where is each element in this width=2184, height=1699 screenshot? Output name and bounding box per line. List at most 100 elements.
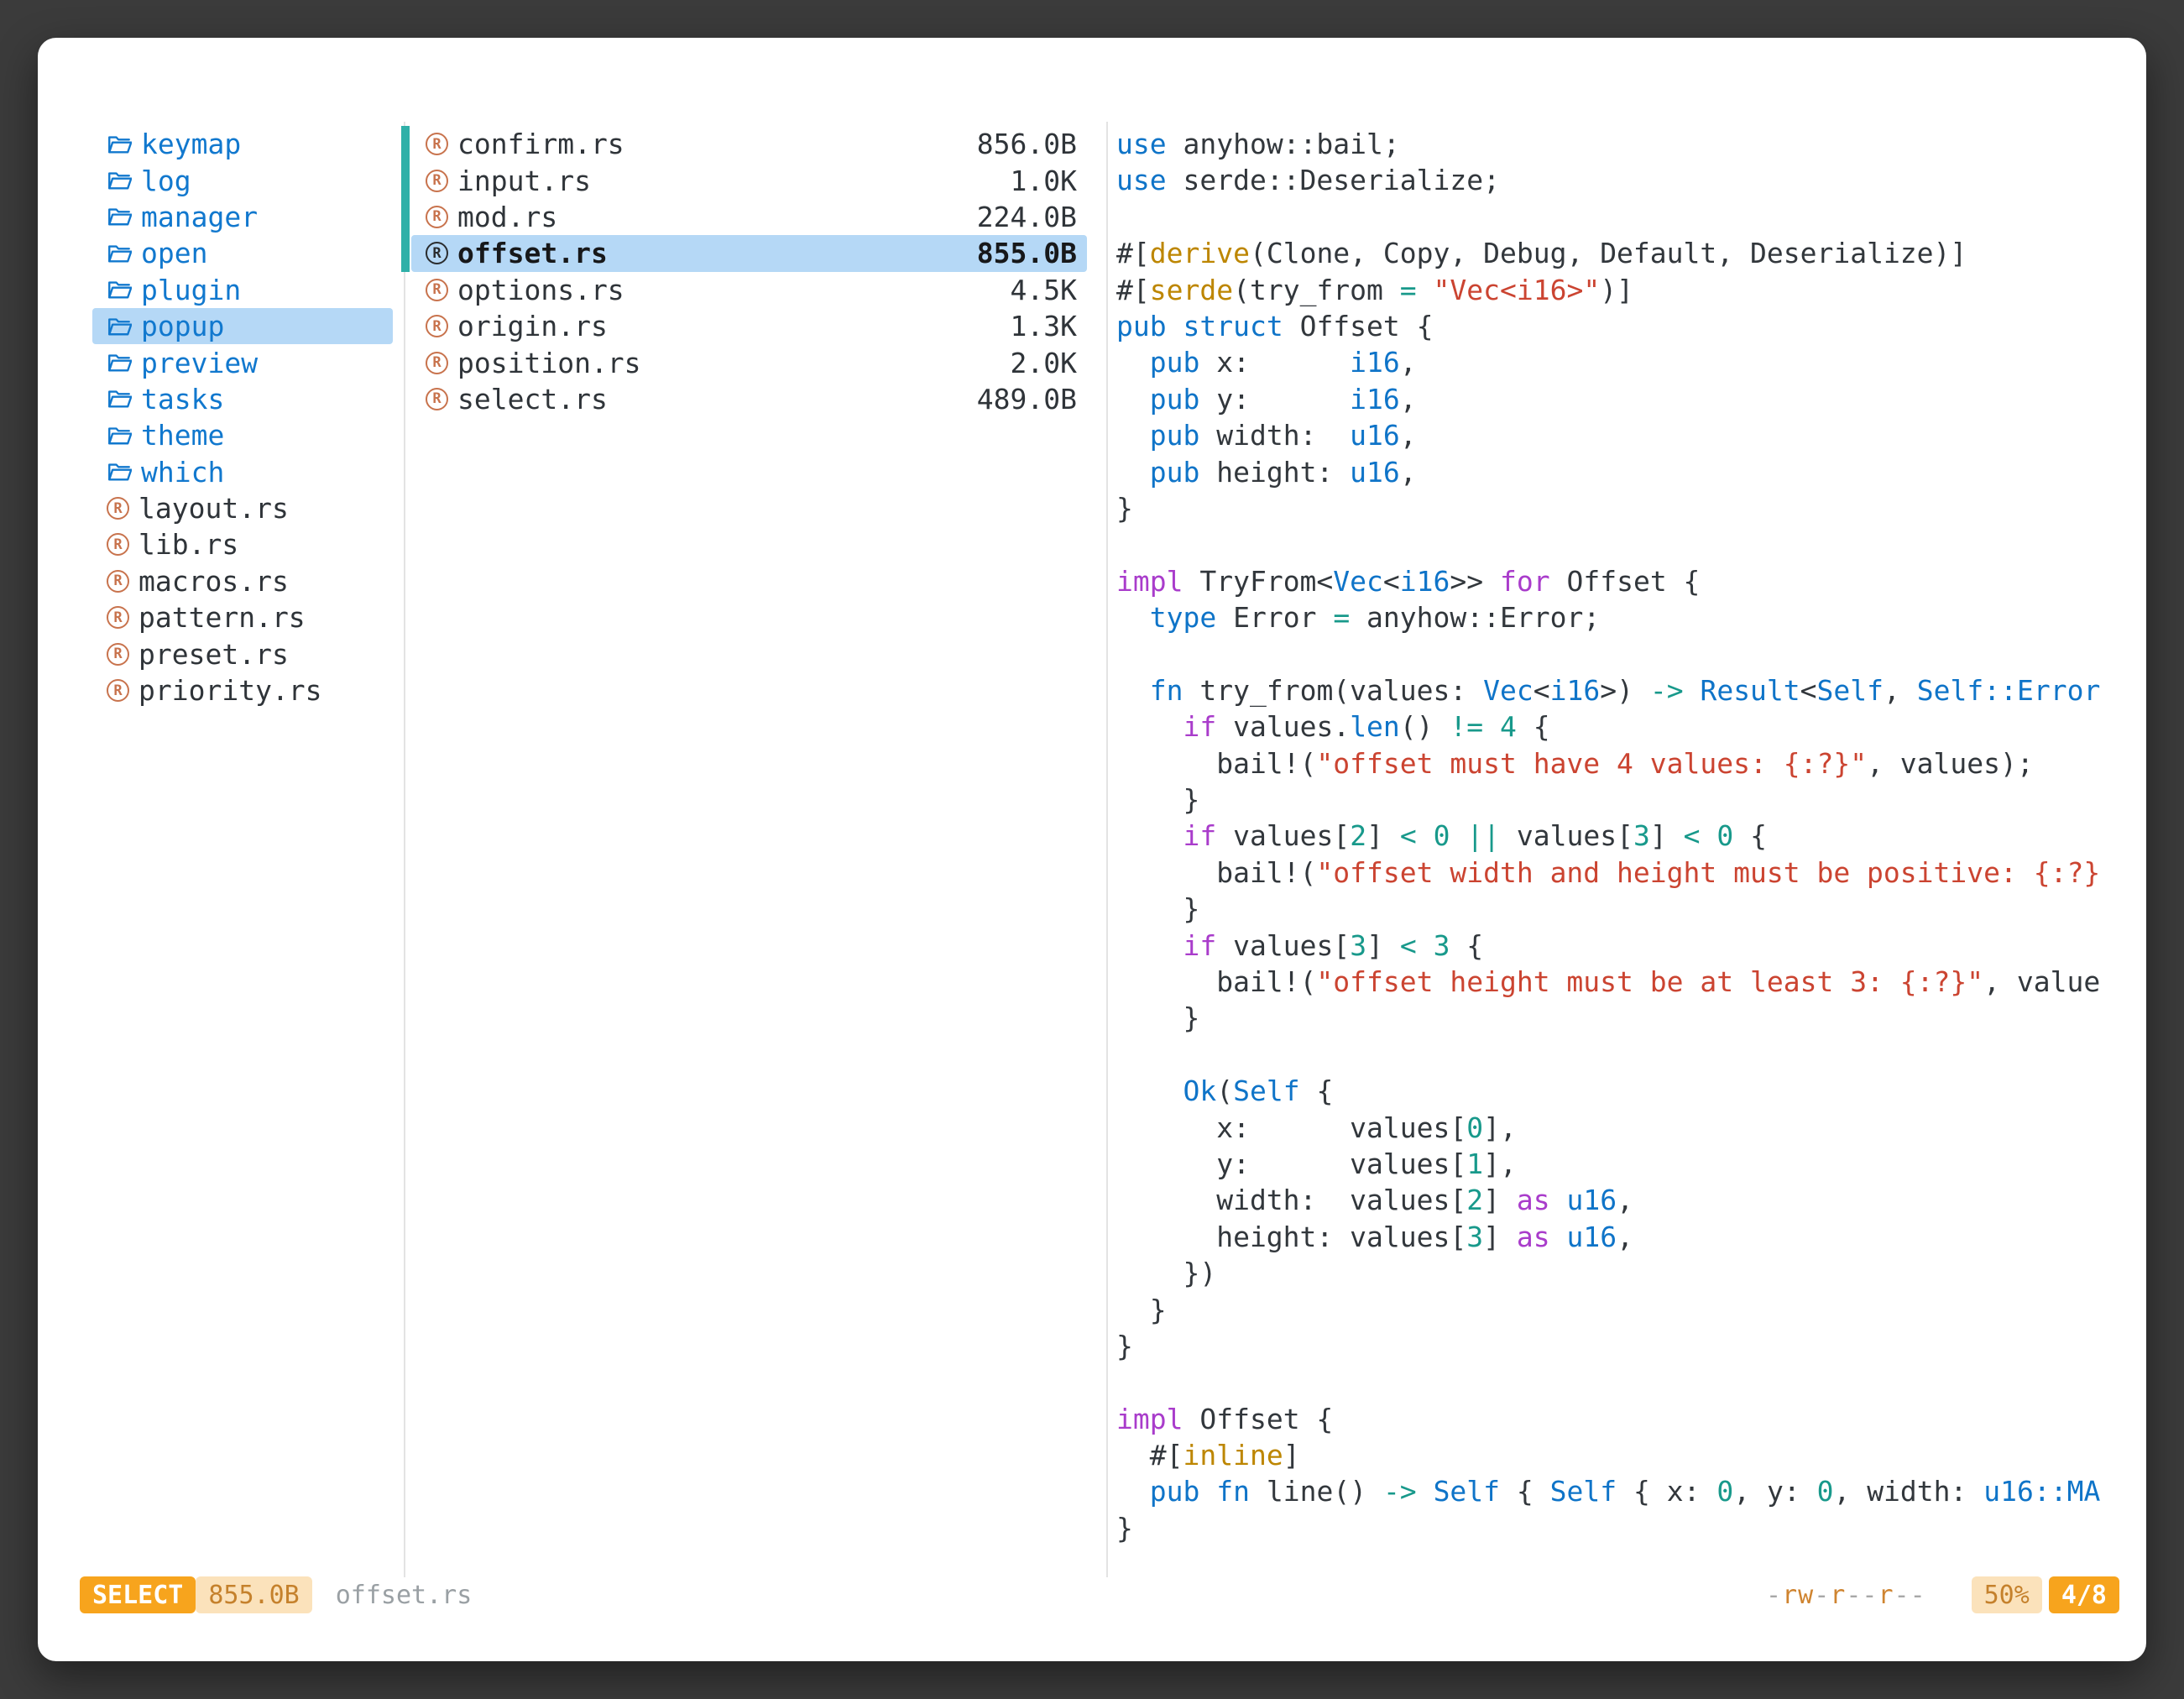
sidebar-item-priority.rs[interactable]: Rpriority.rs bbox=[92, 672, 393, 708]
file-name: options.rs bbox=[457, 274, 624, 306]
code-line: } bbox=[1116, 1510, 2123, 1546]
file-size: 4.5K bbox=[1011, 274, 1077, 306]
file-preview-pane[interactable]: use anyhow::bail;use serde::Deserialize;… bbox=[1116, 126, 2123, 1562]
folder-icon bbox=[107, 459, 132, 484]
code-line: bail!("offset must have 4 values: {:?}",… bbox=[1116, 745, 2123, 782]
file-name: macros.rs bbox=[138, 565, 289, 598]
code-line: }) bbox=[1116, 1255, 2123, 1291]
code-line: fn try_from(values: Vec<i16>) -> Result<… bbox=[1116, 672, 2123, 708]
selection-marker bbox=[401, 381, 410, 417]
sidebar-item-lib.rs[interactable]: Rlib.rs bbox=[92, 526, 393, 562]
file-name: origin.rs bbox=[457, 310, 608, 342]
code-line bbox=[1116, 526, 2123, 562]
file-row-origin.rs[interactable]: Rorigin.rs1.3K bbox=[411, 308, 1087, 344]
code-line: width: values[2] as u16, bbox=[1116, 1182, 2123, 1218]
folder-name: log bbox=[141, 165, 191, 197]
file-name: priority.rs bbox=[138, 674, 322, 707]
code-line: pub width: u16, bbox=[1116, 417, 2123, 453]
selection-marker bbox=[401, 126, 410, 162]
file-row-wrap: Rposition.rs2.0K bbox=[401, 344, 1106, 380]
file-size: 2.0K bbox=[1011, 347, 1077, 379]
folder-icon bbox=[107, 423, 132, 448]
rust-file-icon: R bbox=[107, 606, 129, 629]
selection-marker bbox=[401, 235, 410, 271]
sidebar-item-preview[interactable]: preview bbox=[92, 344, 393, 380]
code-line: height: values[3] as u16, bbox=[1116, 1219, 2123, 1255]
file-name: preset.rs bbox=[138, 638, 289, 671]
code-line: bail!("offset width and height must be p… bbox=[1116, 855, 2123, 891]
file-manager-window: keymap log manager open plugin popuppreviewta… bbox=[38, 38, 2146, 1661]
code-line: #[serde(try_from = "Vec<i16>")] bbox=[1116, 272, 2123, 308]
file-row-mod.rs[interactable]: Rmod.rs224.0B bbox=[411, 199, 1087, 235]
file-name: confirm.rs bbox=[457, 128, 624, 160]
code-line: } bbox=[1116, 1000, 2123, 1036]
file-row-input.rs[interactable]: Rinput.rs1.0K bbox=[411, 162, 1087, 198]
file-row-wrap: Rmod.rs224.0B bbox=[401, 199, 1106, 235]
folder-icon bbox=[107, 204, 132, 229]
folder-icon bbox=[107, 350, 132, 375]
sidebar-item-popup[interactable]: popup bbox=[92, 308, 393, 344]
file-row-wrap: Rselect.rs489.0B bbox=[401, 381, 1106, 417]
sidebar-item-log[interactable]: log bbox=[92, 162, 393, 198]
folder-name: open bbox=[141, 237, 207, 269]
file-row-select.rs[interactable]: Rselect.rs489.0B bbox=[411, 381, 1087, 417]
file-row-confirm.rs[interactable]: Rconfirm.rs856.0B bbox=[411, 126, 1087, 162]
folder-icon bbox=[107, 241, 132, 266]
sidebar-item-pattern.rs[interactable]: Rpattern.rs bbox=[92, 599, 393, 635]
rust-file-icon: R bbox=[426, 170, 448, 192]
code-line: } bbox=[1116, 782, 2123, 818]
code-line bbox=[1116, 635, 2123, 672]
sidebar-item-which[interactable]: which bbox=[92, 454, 393, 490]
folder-name: tasks bbox=[141, 383, 224, 416]
code-line bbox=[1116, 199, 2123, 235]
status-bar: SELECT 855.0B offset.rs -rw-r--r-- 50% 4… bbox=[80, 1576, 2119, 1614]
rust-file-icon: R bbox=[426, 388, 448, 410]
folder-name: popup bbox=[141, 310, 224, 342]
parent-directory-pane: keymap log manager open plugin popuppreviewta… bbox=[92, 126, 393, 708]
code-line: if values[2] < 0 || values[3] < 0 { bbox=[1116, 818, 2123, 854]
code-line: } bbox=[1116, 1292, 2123, 1328]
file-name: lib.rs bbox=[138, 528, 238, 561]
sidebar-item-macros.rs[interactable]: Rmacros.rs bbox=[92, 563, 393, 599]
sidebar-item-theme[interactable]: theme bbox=[92, 417, 393, 453]
file-row-wrap: Rinput.rs1.0K bbox=[401, 162, 1106, 198]
code-line: pub height: u16, bbox=[1116, 454, 2123, 490]
code-line: } bbox=[1116, 490, 2123, 526]
code-line: Ok(Self { bbox=[1116, 1073, 2123, 1109]
sidebar-item-tasks[interactable]: tasks bbox=[92, 381, 393, 417]
code-line: pub x: i16, bbox=[1116, 344, 2123, 380]
folder-name: theme bbox=[141, 419, 224, 452]
file-size: 1.0K bbox=[1011, 165, 1077, 197]
rust-file-icon: R bbox=[426, 352, 448, 374]
folder-name: keymap bbox=[141, 128, 241, 160]
file-name: select.rs bbox=[457, 383, 608, 416]
folder-name: plugin bbox=[141, 274, 241, 306]
folder-icon bbox=[107, 314, 132, 339]
permissions-text: -rw-r--r-- bbox=[1766, 1581, 1926, 1610]
sidebar-item-preset.rs[interactable]: Rpreset.rs bbox=[92, 635, 393, 672]
code-line: pub fn line() -> Self { Self { x: 0, y: … bbox=[1116, 1473, 2123, 1509]
rust-file-icon: R bbox=[107, 533, 129, 556]
scroll-percent-badge: 50% bbox=[1972, 1576, 2042, 1613]
file-row-wrap: Roffset.rs855.0B bbox=[401, 235, 1106, 271]
code-line: pub struct Offset { bbox=[1116, 308, 2123, 344]
code-line: x: values[0], bbox=[1116, 1110, 2123, 1146]
file-row-options.rs[interactable]: Roptions.rs4.5K bbox=[411, 272, 1087, 308]
file-row-wrap: Rconfirm.rs856.0B bbox=[401, 126, 1106, 162]
file-row-offset.rs[interactable]: Roffset.rs855.0B bbox=[411, 235, 1087, 271]
pane-divider-right bbox=[1106, 122, 1108, 1577]
file-size: 224.0B bbox=[977, 201, 1077, 233]
folder-icon bbox=[107, 132, 132, 157]
rust-file-icon: R bbox=[426, 133, 448, 155]
selection-marker bbox=[401, 308, 410, 344]
folder-name: manager bbox=[141, 201, 258, 233]
sidebar-item-keymap[interactable]: keymap bbox=[92, 126, 393, 162]
code-line: use anyhow::bail; bbox=[1116, 126, 2123, 162]
code-line: } bbox=[1116, 1328, 2123, 1364]
sidebar-item-plugin[interactable]: plugin bbox=[92, 272, 393, 308]
sidebar-item-layout.rs[interactable]: Rlayout.rs bbox=[92, 490, 393, 526]
folder-icon bbox=[107, 277, 132, 302]
file-row-position.rs[interactable]: Rposition.rs2.0K bbox=[411, 344, 1087, 380]
sidebar-item-open[interactable]: open bbox=[92, 235, 393, 271]
sidebar-item-manager[interactable]: manager bbox=[92, 199, 393, 235]
